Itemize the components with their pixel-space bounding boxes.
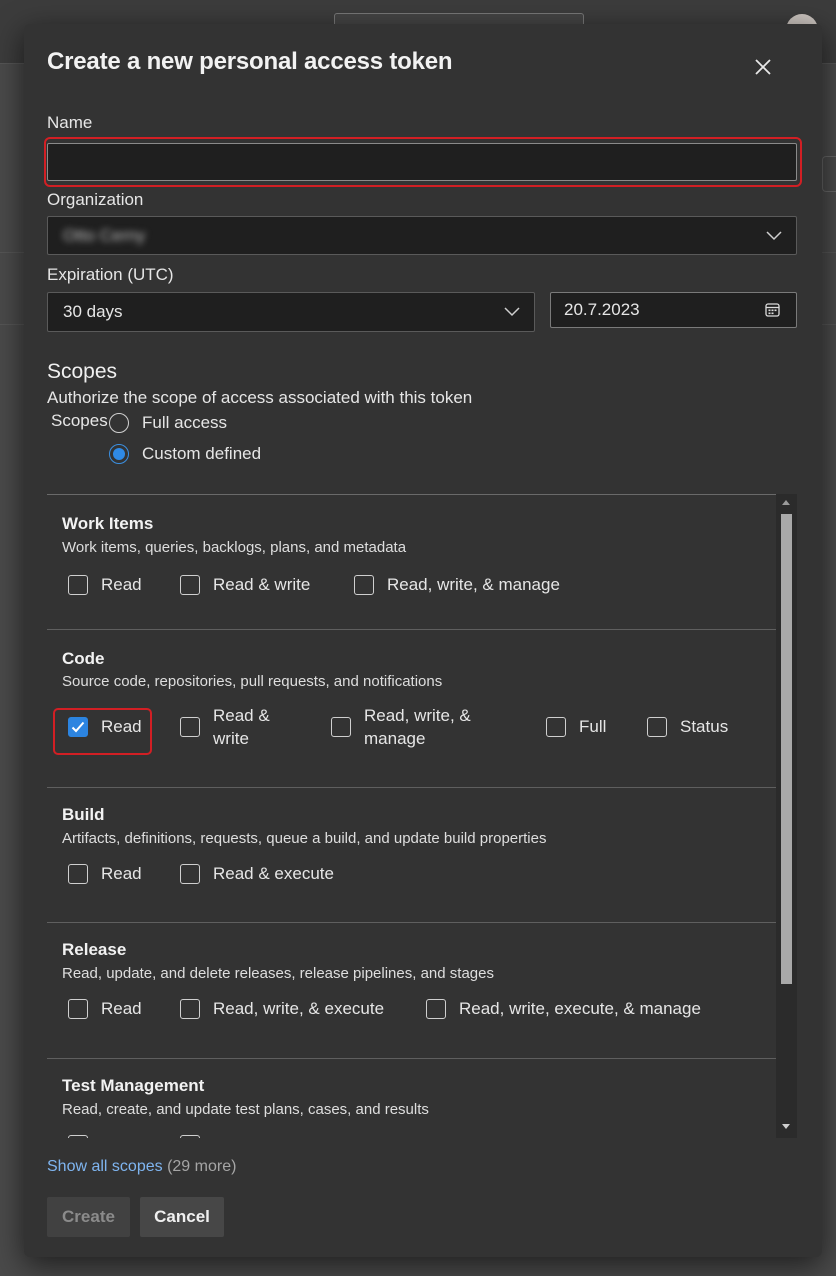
scopes-heading: Scopes — [47, 360, 118, 383]
checkbox-release-read-write-execute[interactable]: Read, write, & execute — [180, 997, 384, 1020]
calendar-icon[interactable] — [765, 303, 780, 318]
scope-section-release: Release Read, update, and delete release… — [47, 923, 776, 1059]
checkbox-code-read[interactable]: Read — [68, 715, 142, 738]
section-title: Test Management — [62, 1076, 205, 1095]
radio-button-selected[interactable] — [109, 444, 129, 464]
checkbox[interactable] — [180, 998, 200, 1019]
checkbox-label: Read — [101, 999, 142, 1018]
section-description: Read, update, and delete releases, relea… — [62, 965, 494, 982]
checkbox-label: Read — [101, 864, 142, 883]
checkbox[interactable] — [180, 574, 200, 595]
show-all-scopes-row: Show all scopes (29 more) — [47, 1158, 236, 1176]
section-description: Read, create, and update test plans, cas… — [62, 1101, 429, 1118]
scopes-radio-group-label: Scopes — [51, 411, 108, 430]
checkbox-test-partial[interactable] — [68, 1135, 101, 1138]
expiration-date-value: 20.7.2023 — [564, 300, 640, 319]
checkbox-label: Read, write, & manage — [364, 706, 471, 748]
close-button[interactable] — [750, 54, 776, 80]
checkbox[interactable] — [68, 863, 88, 884]
checkbox[interactable] — [68, 1135, 88, 1138]
chevron-down-icon — [766, 230, 782, 240]
dialog-title: Create a new personal access token — [47, 48, 453, 75]
show-all-scopes-link[interactable]: Show all scopes — [47, 1158, 163, 1175]
scope-section-build: Build Artifacts, definitions, requests, … — [47, 788, 776, 923]
checkbox-release-manage[interactable]: Read, write, execute, & manage — [426, 997, 701, 1020]
section-title: Code — [62, 649, 105, 668]
checkbox[interactable] — [68, 574, 88, 595]
checkbox-label: Status — [680, 717, 729, 736]
checkbox-build-read-execute[interactable]: Read & execute — [180, 862, 334, 885]
background-control — [822, 156, 836, 192]
checkbox-work-items-read[interactable]: Read — [68, 573, 142, 596]
checkbox-label: Read, write, & execute — [213, 999, 385, 1018]
checkbox-label: Read & write — [213, 706, 270, 748]
checkbox[interactable] — [180, 1135, 200, 1138]
section-description: Artifacts, definitions, requests, queue … — [62, 830, 547, 847]
checkbox-release-read[interactable]: Read — [68, 997, 142, 1020]
scroll-down-arrow-icon[interactable] — [782, 1124, 790, 1129]
checkbox-work-items-manage[interactable]: Read, write, & manage — [354, 573, 560, 596]
cancel-button[interactable]: Cancel — [140, 1197, 224, 1237]
scroll-up-arrow-icon[interactable] — [782, 500, 790, 505]
scope-list-scrollbar[interactable] — [776, 494, 797, 1138]
checkmark-icon — [71, 721, 85, 732]
checkbox[interactable] — [180, 717, 200, 737]
checkbox[interactable] — [647, 716, 667, 737]
radio-full-access[interactable]: Full access — [109, 413, 227, 433]
checkbox-label: Read, write, execute, & manage — [459, 999, 701, 1018]
checkbox[interactable] — [546, 716, 566, 737]
section-title: Work Items — [62, 514, 154, 533]
checkbox-label: Read — [101, 575, 142, 594]
section-description: Work items, queries, backlogs, plans, an… — [62, 539, 407, 556]
scopes-description: Authorize the scope of access associated… — [47, 388, 473, 407]
checkbox-label: Read, write, & manage — [387, 575, 560, 594]
name-label: Name — [47, 113, 93, 132]
organization-label: Organization — [47, 190, 144, 209]
checkbox-label: Read — [101, 717, 142, 736]
checkbox-code-full[interactable]: Full — [546, 715, 606, 738]
section-title: Build — [62, 805, 105, 824]
section-description: Source code, repositories, pull requests… — [62, 673, 443, 690]
radio-label: Custom defined — [142, 444, 262, 463]
more-scopes-count: (29 more) — [167, 1158, 237, 1175]
name-input[interactable] — [47, 143, 797, 181]
checkbox[interactable] — [331, 717, 351, 737]
scope-section-work-items: Work Items Work items, queries, backlogs… — [47, 495, 776, 630]
organization-value: Otto Cerny — [63, 225, 146, 245]
checkbox[interactable] — [354, 574, 374, 595]
scope-section-code: Code Source code, repositories, pull req… — [47, 630, 776, 788]
checkbox-work-items-read-write[interactable]: Read & write — [180, 573, 310, 596]
checkbox-label: Read & write — [213, 575, 311, 594]
scope-list[interactable]: Work Items Work items, queries, backlogs… — [47, 494, 797, 1138]
checkbox[interactable] — [180, 863, 200, 884]
checkbox-test-partial[interactable] — [180, 1135, 213, 1138]
scrollbar-thumb[interactable] — [781, 514, 792, 984]
checkbox-label: Read & execute — [213, 864, 334, 883]
checkbox-code-status[interactable]: Status — [647, 715, 728, 738]
create-token-dialog: Create a new personal access token Name … — [24, 24, 822, 1257]
checkbox-code-manage[interactable]: Read, write, & manage — [331, 704, 491, 750]
checkbox-checked[interactable] — [68, 716, 88, 737]
radio-custom-defined[interactable]: Custom defined — [109, 444, 261, 464]
checkbox[interactable] — [68, 998, 88, 1019]
checkbox-label: Full — [579, 717, 607, 736]
checkbox[interactable] — [426, 998, 446, 1019]
section-title: Release — [62, 940, 127, 959]
radio-label: Full access — [142, 413, 228, 432]
radio-button[interactable] — [109, 413, 129, 433]
scope-section-test-management: Test Management Read, create, and update… — [47, 1059, 776, 1138]
chevron-down-icon — [504, 307, 520, 317]
close-icon — [755, 59, 771, 75]
expiration-date-input[interactable]: 20.7.2023 — [550, 292, 797, 328]
checkbox-build-read[interactable]: Read — [68, 862, 142, 885]
expiration-select[interactable]: 30 days — [47, 292, 535, 332]
organization-select[interactable]: Otto Cerny — [47, 216, 797, 255]
expiration-value: 30 days — [63, 302, 123, 321]
create-button[interactable]: Create — [47, 1197, 130, 1237]
expiration-label: Expiration (UTC) — [47, 265, 174, 284]
checkbox-code-read-write[interactable]: Read & write — [180, 704, 290, 750]
